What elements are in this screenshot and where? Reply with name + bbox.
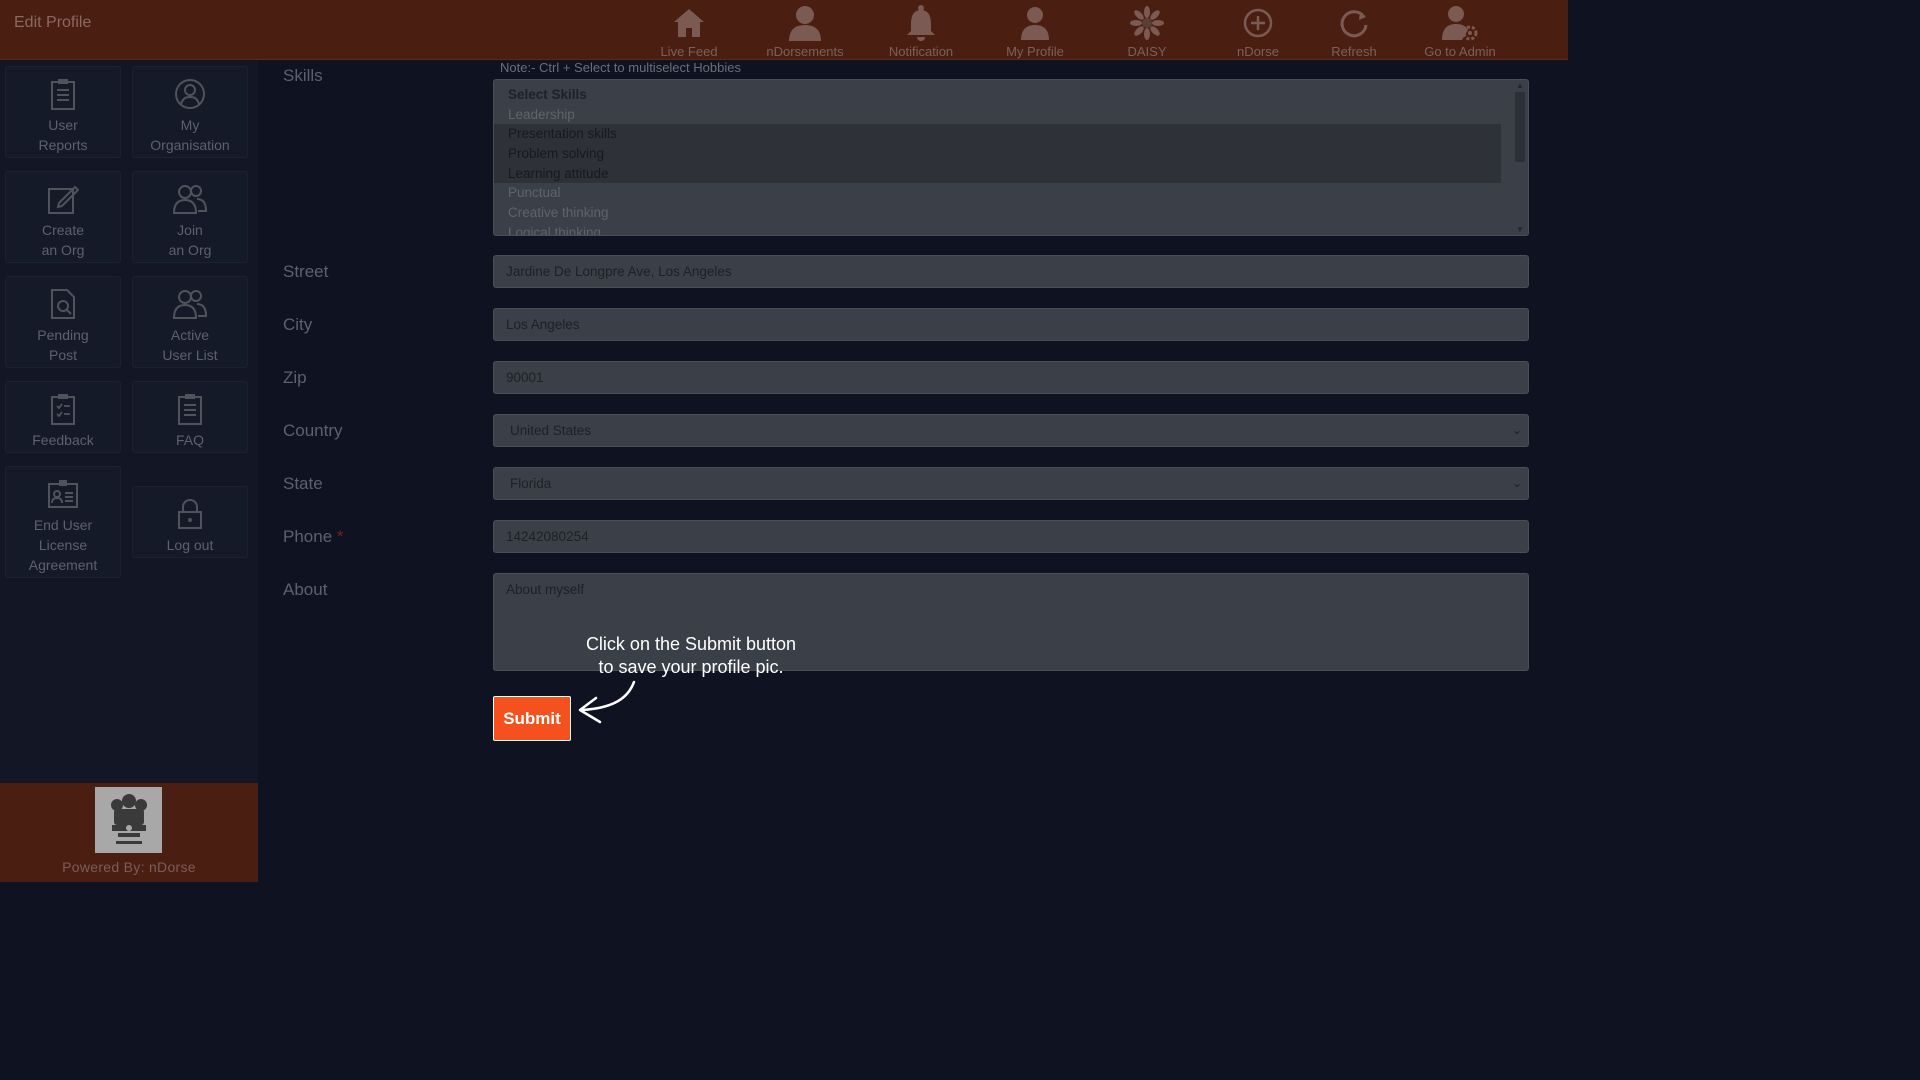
skills-header-option: Select Skills [508,87,587,102]
country-selected-value: United States [510,423,592,438]
sidebar-tile-my-organisation[interactable]: My Organisation [132,66,248,158]
zip-input[interactable]: 90001 [493,361,1529,394]
profile-icon [1018,4,1052,42]
skill-option-problem-solving[interactable]: Problem solving [494,144,1501,164]
nav-go-to-admin[interactable]: Go to Admin [1405,0,1515,60]
sidebar-footer: Powered By: nDorse [0,783,258,882]
scroll-thumb[interactable] [1515,92,1525,162]
skill-option-learning-attitude[interactable]: Learning attitude [494,163,1501,184]
bell-icon [905,4,937,42]
organisation-icon [174,77,206,111]
sidebar-tile-create-org[interactable]: Create an Org [5,171,121,263]
sidebar-tile-log-out[interactable]: Log out [132,486,248,558]
sidebar: User Reports My Organisation Create an O… [0,61,258,783]
sidebar-tile-feedback[interactable]: Feedback [5,381,121,453]
home-icon [672,4,706,42]
state-label: State [283,474,323,493]
document-search-icon [49,287,77,321]
powered-by-text: Powered By: nDorse [62,859,196,875]
clipboard-icon [49,77,77,111]
user-icon [786,4,824,42]
nav-notification[interactable]: Notification [866,0,976,60]
skills-multiselect[interactable]: Select Skills Leadership Presentation sk… [493,79,1529,236]
nav-ndorsements[interactable]: nDorsements [750,0,860,60]
daisy-icon [1130,4,1164,42]
page-title: Edit Profile [14,14,92,31]
users-icon [173,182,207,216]
tooltip-arrow-icon [578,680,636,724]
street-input[interactable]: Jardine De Longpre Ave, Los Angeles [493,255,1529,288]
nav-refresh[interactable]: Refresh [1299,0,1409,60]
sidebar-tile-user-reports[interactable]: User Reports [5,66,121,158]
nav-my-profile[interactable]: My Profile [980,0,1090,60]
skills-note: Note:- Ctrl + Select to multiselect Hobb… [500,60,741,75]
admin-gear-icon [1440,4,1480,42]
lock-icon [177,497,203,531]
users-icon [173,287,207,321]
skills-label: Skills [283,66,323,85]
top-bar: Edit Profile Live Feed nDorsements Notif… [0,0,1568,60]
id-card-icon [47,477,79,511]
tutorial-tooltip: Click on the Submit button to save your … [585,634,797,677]
zip-label: Zip [283,368,307,387]
about-label: About [283,580,328,599]
emblem-icon [95,787,162,853]
nav-ndorse[interactable]: nDorse [1203,0,1313,60]
plus-circle-icon [1242,4,1274,42]
phone-input[interactable]: 14242080254 [493,520,1529,553]
clipboard-icon [176,392,204,426]
scroll-down-icon[interactable]: ▼ [1516,225,1524,234]
skill-option-punctual[interactable]: Punctual [494,183,1528,203]
country-label: Country [283,421,343,440]
street-label: Street [283,262,329,281]
phone-label: Phone * [283,527,344,546]
refresh-icon [1338,4,1370,42]
required-mark: * [336,527,344,546]
sidebar-tile-faq[interactable]: FAQ [132,381,248,453]
sidebar-tile-active-user-list[interactable]: Active User List [132,276,248,368]
skill-option-creative-thinking[interactable]: Creative thinking [494,203,1528,223]
chevron-down-icon: ⌄ [1511,423,1522,437]
sidebar-tile-eula[interactable]: End User License Agreement [5,466,121,578]
nav-daisy[interactable]: DAISY [1092,0,1202,60]
city-label: City [283,315,313,334]
sidebar-tile-join-org[interactable]: Join an Org [132,171,248,263]
skill-option-logical-thinking[interactable]: Logical thinking [494,223,1528,235]
sidebar-tile-pending-post[interactable]: Pending Post [5,276,121,368]
scroll-up-icon[interactable]: ▲ [1516,81,1524,90]
edit-icon [47,182,79,216]
skill-option-leadership[interactable]: Leadership [494,105,1528,125]
nav-live-feed[interactable]: Live Feed [634,0,744,60]
skills-scrollbar[interactable]: ▲ ▼ [1512,80,1528,235]
feedback-icon [49,392,77,426]
skill-option-presentation-skills[interactable]: Presentation skills [494,124,1501,145]
city-input[interactable]: Los Angeles [493,308,1529,341]
chevron-down-icon: ⌄ [1511,476,1522,490]
submit-button[interactable]: Submit [493,696,571,741]
country-select[interactable]: United States ⌄ [493,414,1529,447]
state-select[interactable]: Florida ⌄ [493,467,1529,500]
state-selected-value: Florida [510,476,552,491]
